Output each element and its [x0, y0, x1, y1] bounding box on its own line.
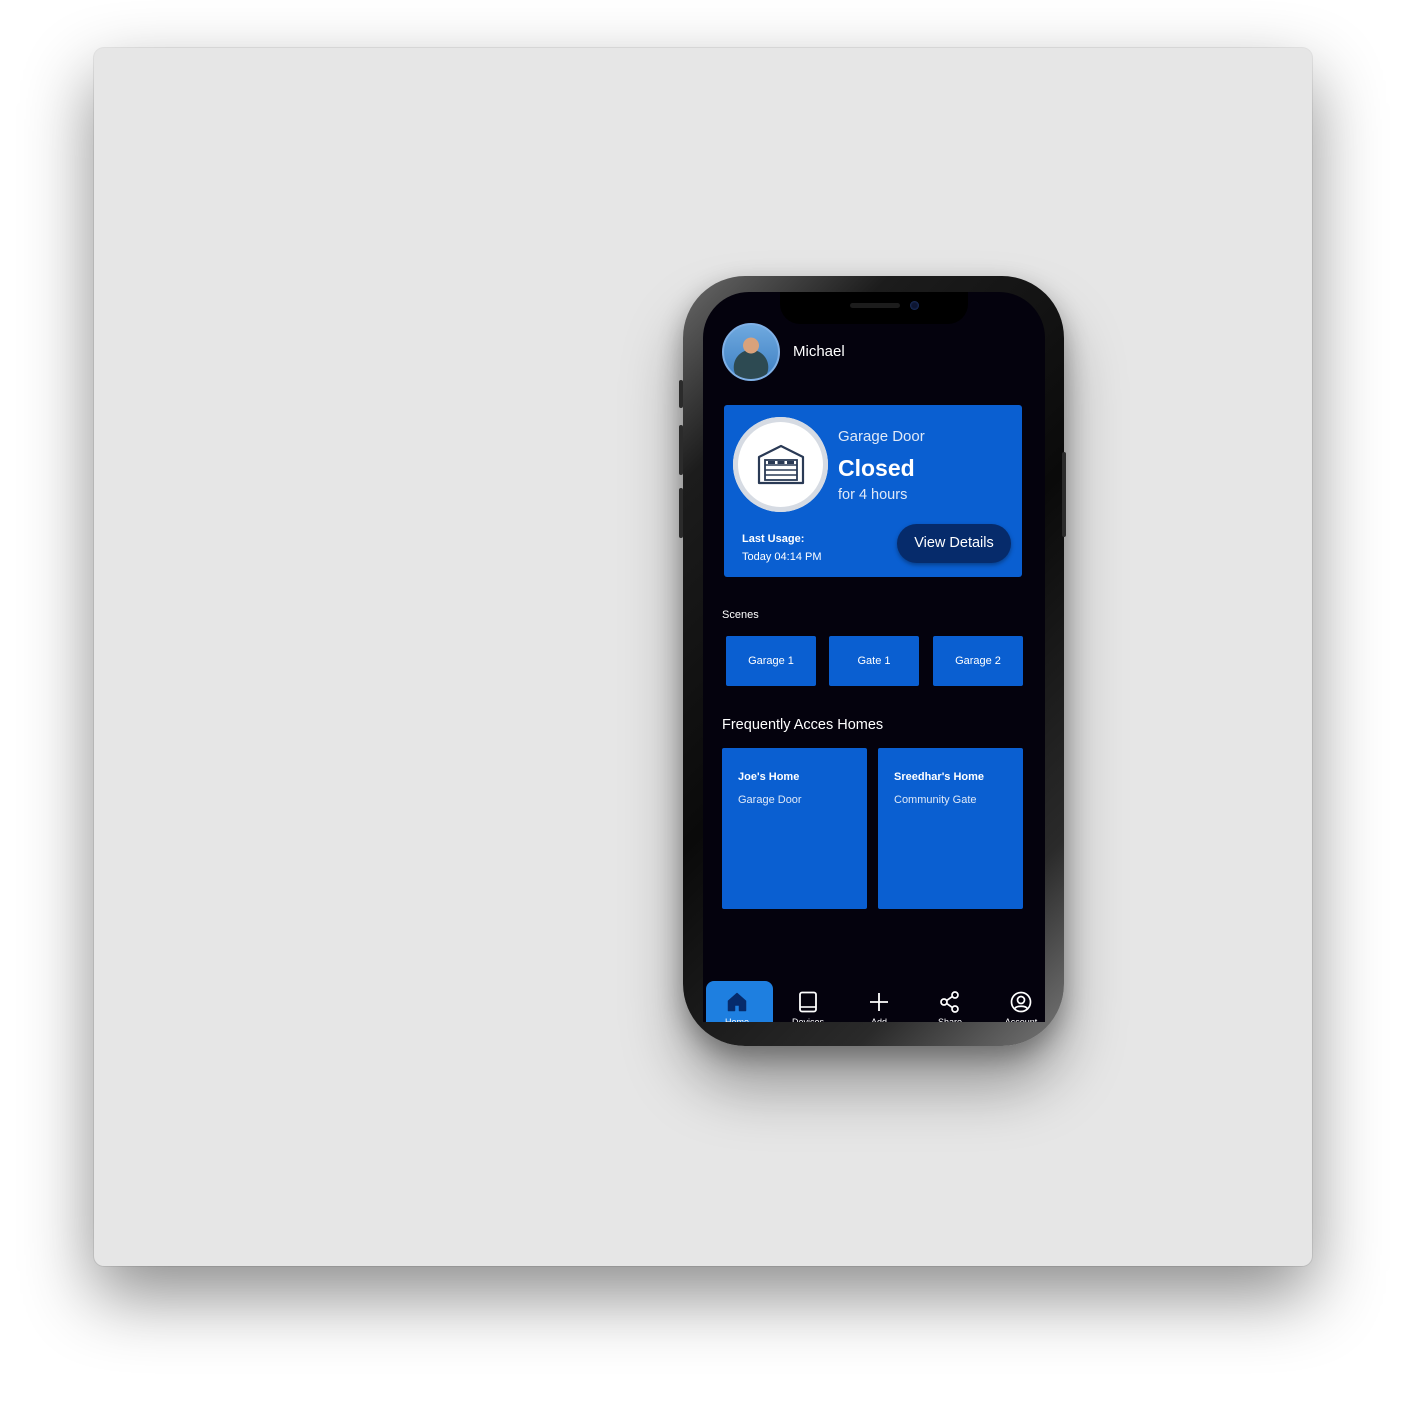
home-card-device: Garage Door [738, 794, 802, 806]
home-card-name: Joe's Home [738, 771, 800, 783]
silent-switch [679, 380, 683, 408]
nav-label-share: Share [937, 1017, 963, 1022]
tablet-icon[interactable] [796, 990, 820, 1014]
scene-button-garage-2[interactable]: Garage 2 [933, 636, 1023, 686]
phone-notch [780, 292, 968, 324]
scene-button-gate-1[interactable]: Gate 1 [829, 636, 919, 686]
volume-down-button [679, 488, 683, 538]
last-usage-label: Last Usage: [742, 533, 805, 545]
nav-label-home: Home [724, 1017, 749, 1022]
user-name: Michael [793, 343, 845, 360]
plus-icon[interactable] [867, 990, 891, 1014]
last-usage-value: Today 04:14 PM [742, 551, 822, 563]
device-state-duration: for 4 hours [838, 487, 908, 503]
frequent-homes-heading: Frequently Acces Homes [722, 717, 884, 733]
scenes-heading: Scenes [722, 609, 759, 621]
view-details-button[interactable]: View Details [897, 524, 1011, 563]
home-card-device: Community Gate [894, 794, 977, 806]
nav-label-add: Add [870, 1017, 887, 1022]
share-icon[interactable] [938, 990, 962, 1014]
volume-up-button [679, 425, 683, 475]
avatar[interactable] [722, 323, 780, 381]
device-name: Garage Door [838, 428, 925, 445]
home-card-name: Sreedhar's Home [894, 771, 985, 783]
account-icon[interactable] [1009, 990, 1033, 1014]
home-icon[interactable] [725, 990, 749, 1014]
device-state: Closed [838, 455, 915, 481]
garage-door-icon [757, 444, 805, 485]
front-camera [910, 301, 919, 310]
nav-label-devices: Devices [791, 1017, 824, 1022]
power-button [1062, 452, 1066, 537]
nav-label-account: Account [1004, 1017, 1038, 1022]
scene-button-garage-1[interactable]: Garage 1 [726, 636, 816, 686]
speaker-grille [850, 303, 900, 308]
